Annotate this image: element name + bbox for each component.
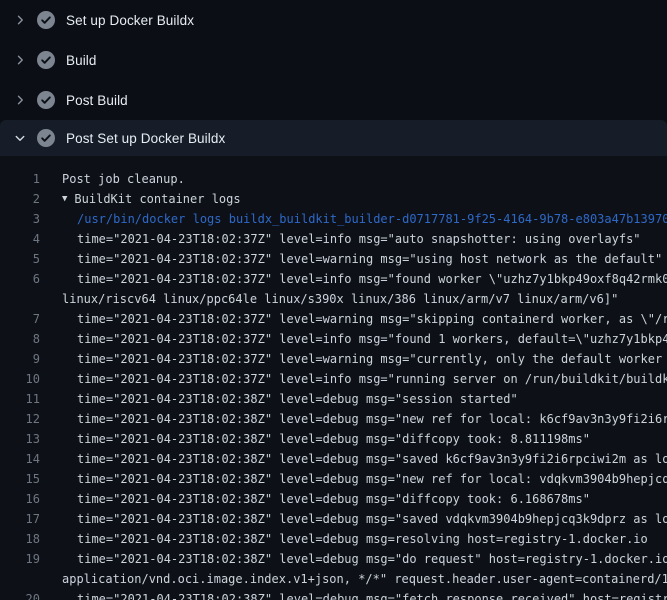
log-line: 7 time="2021-04-23T18:02:37Z" level=warn… [0, 309, 667, 329]
log-line: 17 time="2021-04-23T18:02:38Z" level=deb… [0, 509, 667, 529]
log-line: 4 time="2021-04-23T18:02:37Z" level=info… [0, 229, 667, 249]
log-line-number[interactable]: 10 [0, 369, 40, 389]
log-line: 10 time="2021-04-23T18:02:37Z" level=inf… [0, 369, 667, 389]
check-circle-icon [37, 129, 55, 147]
log-line-number[interactable]: 11 [0, 389, 40, 409]
step-label: Post Build [66, 93, 128, 108]
log-line-text: time="2021-04-23T18:02:38Z" level=debug … [77, 429, 590, 449]
log-line: 1 Post job cleanup. [0, 169, 667, 189]
log-line: 20 time="2021-04-23T18:02:38Z" level=deb… [0, 589, 667, 600]
log-line-text: time="2021-04-23T18:02:37Z" level=info m… [77, 229, 641, 249]
step-list: Set up Docker Buildx Build Post Build Po… [0, 0, 667, 156]
check-circle-icon [37, 51, 55, 69]
chevron-down-icon [14, 132, 26, 144]
log-line-text: time="2021-04-23T18:02:38Z" level=debug … [77, 449, 667, 469]
step-label: Build [66, 53, 97, 68]
log-line-number[interactable]: 2 [0, 189, 40, 209]
check-circle-icon [37, 11, 55, 29]
log-line-number[interactable]: 16 [0, 489, 40, 509]
log-line-text: time="2021-04-23T18:02:37Z" level=info m… [77, 269, 667, 289]
log-line-number[interactable]: 8 [0, 329, 40, 349]
log-line-text: time="2021-04-23T18:02:38Z" level=debug … [77, 469, 667, 489]
log-line-text: time="2021-04-23T18:02:37Z" level=warnin… [77, 349, 667, 369]
check-circle-icon [37, 91, 55, 109]
log-line: 8 time="2021-04-23T18:02:37Z" level=info… [0, 329, 667, 349]
log-line-number[interactable]: 3 [0, 209, 40, 229]
step-row[interactable]: Set up Docker Buildx [0, 0, 667, 40]
log-line-text: BuildKit container logs [74, 189, 240, 209]
log-line-number[interactable]: 9 [0, 349, 40, 369]
log-line-text: time="2021-04-23T18:02:37Z" level=info m… [77, 369, 667, 389]
log-line-number[interactable]: 18 [0, 529, 40, 549]
log-line-number[interactable]: 1 [0, 169, 40, 189]
log-line-text: time="2021-04-23T18:02:38Z" level=debug … [77, 549, 667, 569]
step-label: Set up Docker Buildx [66, 13, 194, 28]
log-line-text: time="2021-04-23T18:02:38Z" level=debug … [77, 589, 667, 600]
log-line-number[interactable]: 6 [0, 269, 40, 289]
log-line: 12 time="2021-04-23T18:02:38Z" level=deb… [0, 409, 667, 429]
log-line-text: Post job cleanup. [62, 169, 185, 189]
log-line-text: application/vnd.oci.image.index.v1+json,… [62, 569, 667, 589]
log-line-text: time="2021-04-23T18:02:38Z" level=debug … [77, 529, 648, 549]
chevron-right-icon [14, 54, 26, 66]
log-line: 18 time="2021-04-23T18:02:38Z" level=deb… [0, 529, 667, 549]
log-line-text: /usr/bin/docker logs buildx_buildkit_bui… [77, 209, 667, 229]
log-line-text: time="2021-04-23T18:02:37Z" level=warnin… [77, 249, 662, 269]
log-line: 19 time="2021-04-23T18:02:38Z" level=deb… [0, 549, 667, 569]
log-line-text: time="2021-04-23T18:02:38Z" level=debug … [77, 409, 667, 429]
log-line: 13 time="2021-04-23T18:02:38Z" level=deb… [0, 429, 667, 449]
log-line: 3 /usr/bin/docker logs buildx_buildkit_b… [0, 209, 667, 229]
log-line: 16 time="2021-04-23T18:02:38Z" level=deb… [0, 489, 667, 509]
log-line-number[interactable]: 15 [0, 469, 40, 489]
log-line: 5 time="2021-04-23T18:02:37Z" level=warn… [0, 249, 667, 269]
workflow-log-viewer: Set up Docker Buildx Build Post Build Po… [0, 0, 667, 600]
log-line-number[interactable]: 4 [0, 229, 40, 249]
chevron-right-icon [14, 94, 26, 106]
log-line-text: time="2021-04-23T18:02:38Z" level=debug … [77, 509, 667, 529]
log-line-text: linux/riscv64 linux/ppc64le linux/s390x … [62, 289, 618, 309]
log-line: 6 time="2021-04-23T18:02:37Z" level=info… [0, 269, 667, 289]
step-row[interactable]: Post Build [0, 80, 667, 120]
log-line-text: time="2021-04-23T18:02:38Z" level=debug … [77, 489, 590, 509]
log-area: 1 Post job cleanup. 2 ▼ BuildKit contain… [0, 156, 667, 600]
log-line: 15 time="2021-04-23T18:02:38Z" level=deb… [0, 469, 667, 489]
log-line-number[interactable]: 14 [0, 449, 40, 469]
log-line-number[interactable]: 17 [0, 509, 40, 529]
log-line-number[interactable]: 20 [0, 589, 40, 600]
step-row[interactable]: Post Set up Docker Buildx [0, 120, 667, 156]
log-line: application/vnd.oci.image.index.v1+json,… [0, 569, 667, 589]
log-line: 9 time="2021-04-23T18:02:37Z" level=warn… [0, 349, 667, 369]
log-line-number[interactable]: 19 [0, 549, 40, 569]
chevron-right-icon [14, 14, 26, 26]
log-line-text: time="2021-04-23T18:02:37Z" level=warnin… [77, 309, 667, 329]
log-line-number[interactable]: 13 [0, 429, 40, 449]
step-row[interactable]: Build [0, 40, 667, 80]
log-line-text: time="2021-04-23T18:02:37Z" level=info m… [77, 329, 667, 349]
log-line: linux/riscv64 linux/ppc64le linux/s390x … [0, 289, 667, 309]
log-line-text: time="2021-04-23T18:02:38Z" level=debug … [77, 389, 518, 409]
log-line: 2 ▼ BuildKit container logs [0, 189, 667, 209]
log-line-number[interactable]: 7 [0, 309, 40, 329]
log-line-number[interactable]: 5 [0, 249, 40, 269]
log-line-number[interactable]: 12 [0, 409, 40, 429]
log-line: 11 time="2021-04-23T18:02:38Z" level=deb… [0, 389, 667, 409]
group-expand-icon[interactable]: ▼ [62, 189, 67, 209]
log-line: 14 time="2021-04-23T18:02:38Z" level=deb… [0, 449, 667, 469]
step-label: Post Set up Docker Buildx [66, 131, 225, 146]
